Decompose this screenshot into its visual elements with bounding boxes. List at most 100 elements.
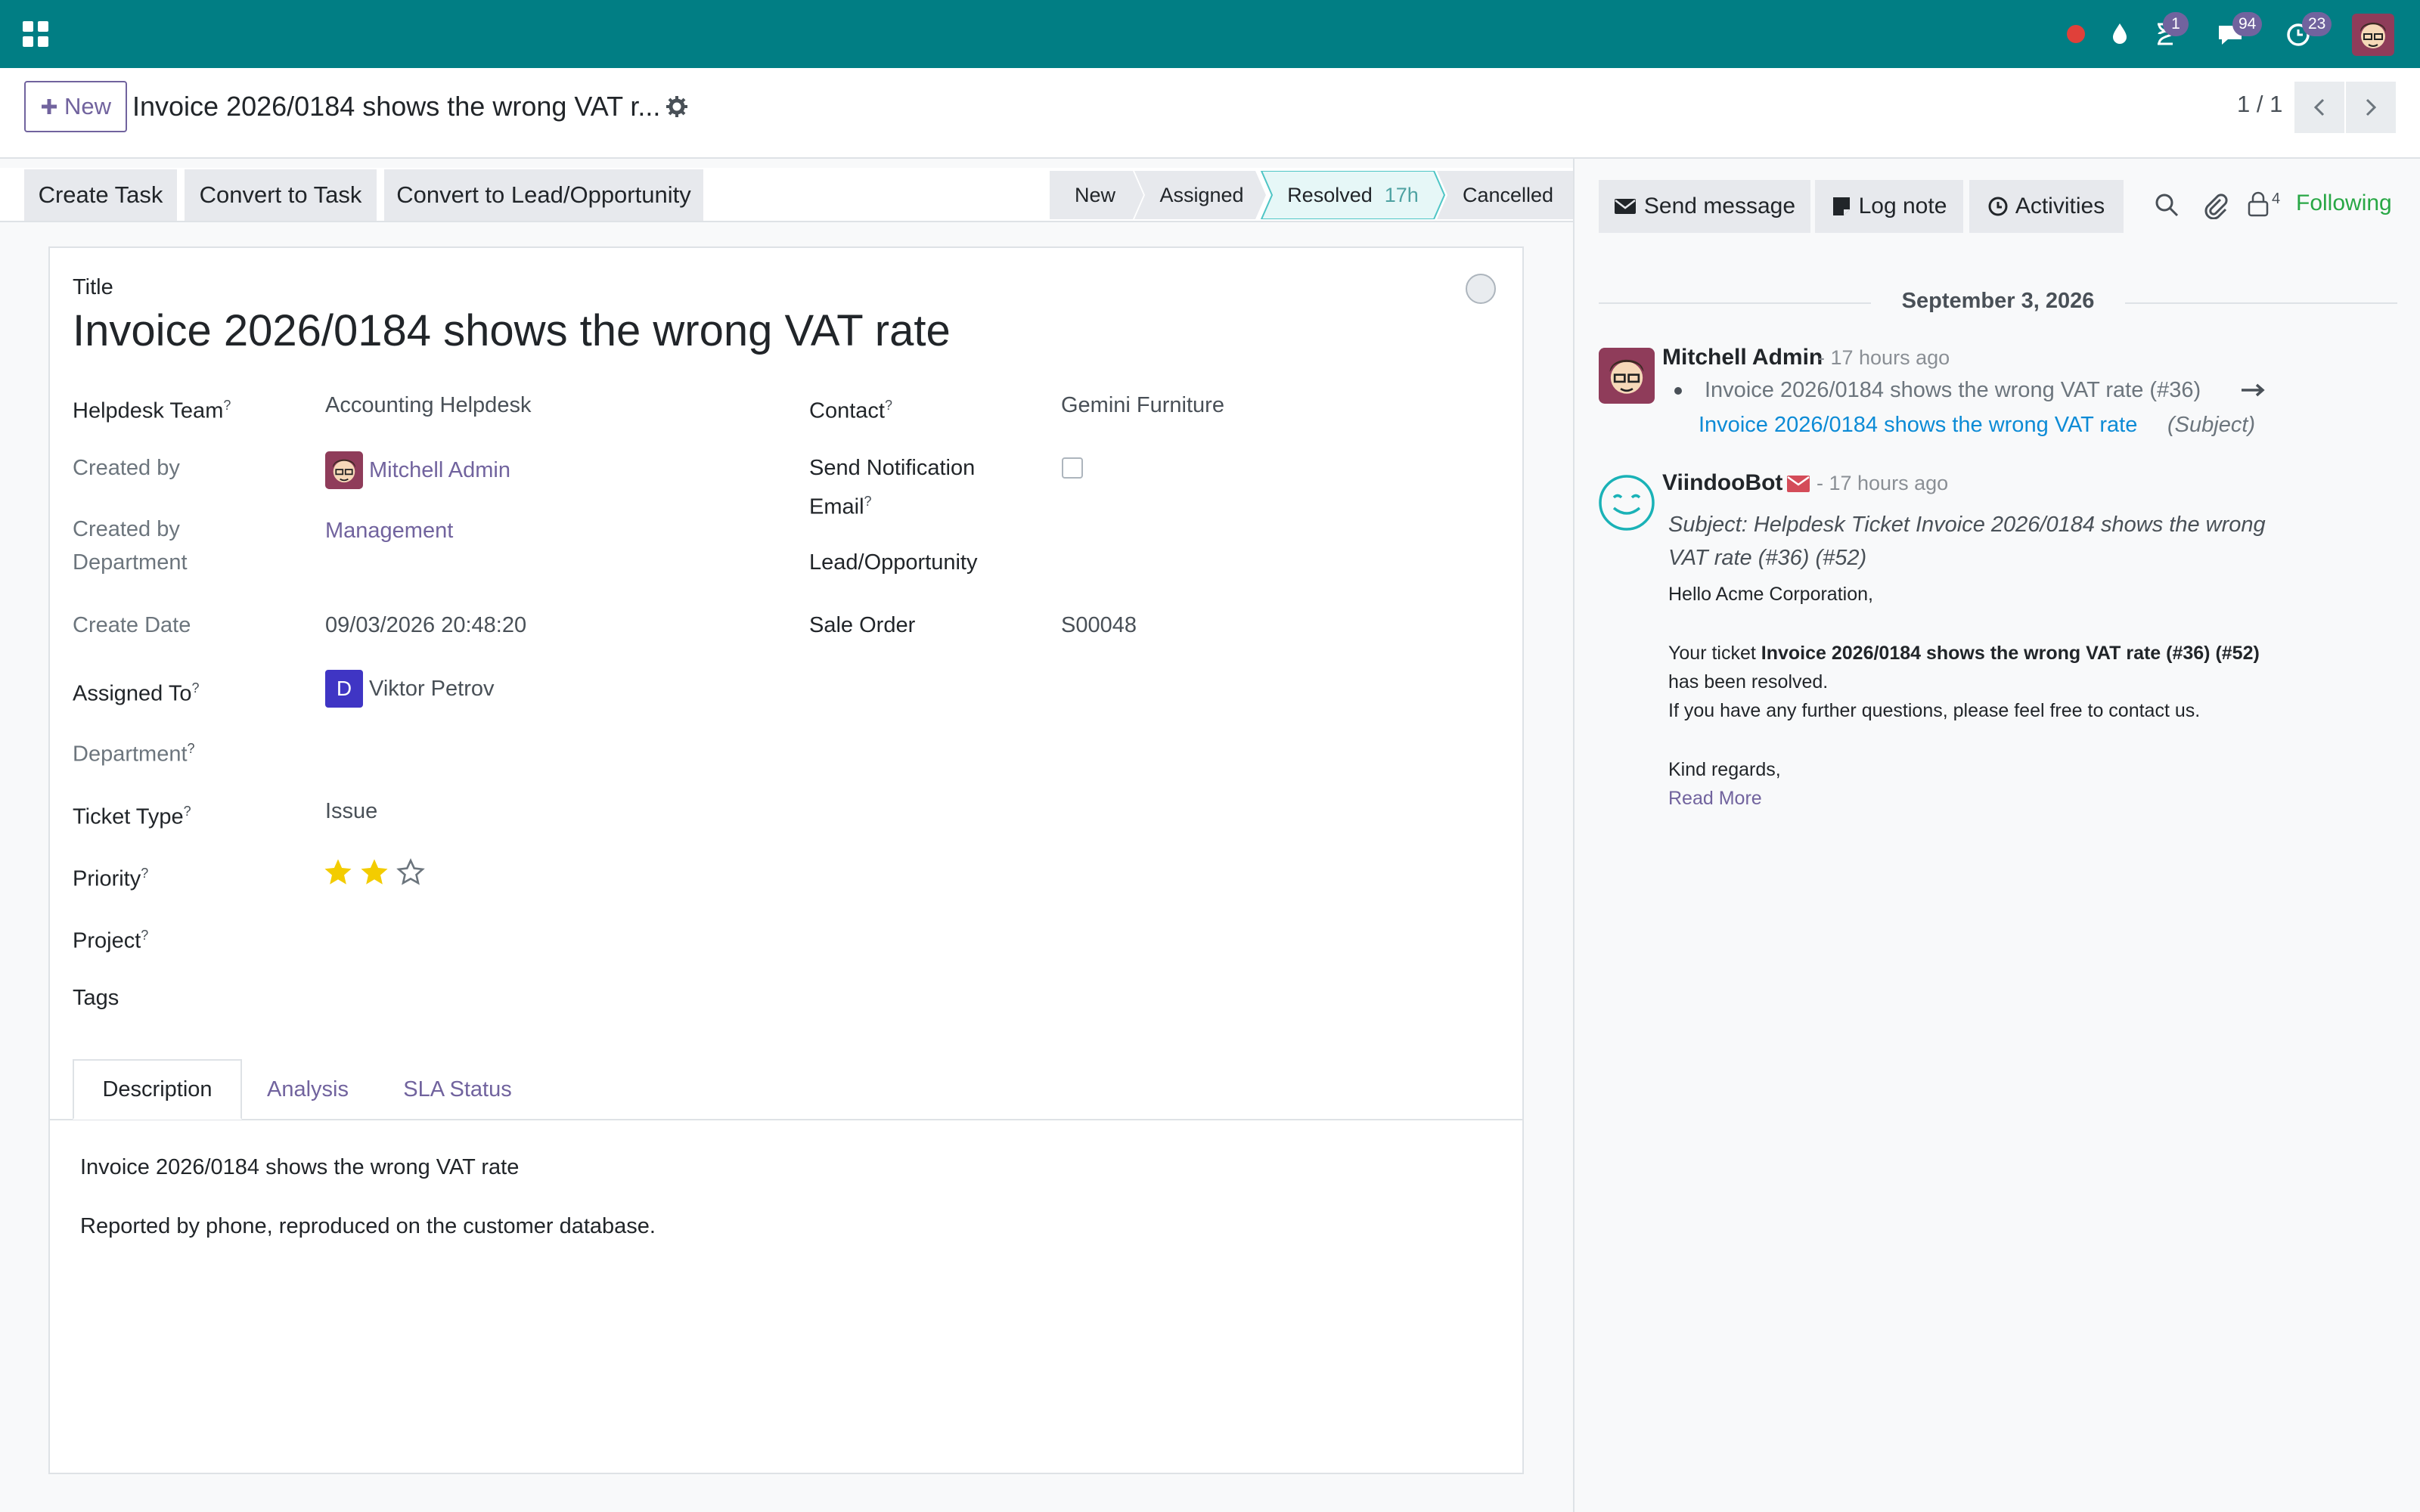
created-by-department-label: Created by Department: [73, 517, 188, 575]
record-dot-icon[interactable]: [2059, 17, 2093, 51]
clock-icon: [1988, 197, 2008, 216]
breadcrumb-current-record: Invoice 2026/0184 shows the wrong VAT r.…: [132, 91, 661, 122]
assigned-to-field[interactable]: D Viktor Petrov: [325, 670, 494, 708]
created-by-value[interactable]: Mitchell Admin: [369, 454, 510, 487]
control-panel: New Invoice 2026/0184 shows the wrong VA…: [0, 68, 2420, 159]
log-note-button[interactable]: Log note: [1815, 180, 1963, 233]
followers-button[interactable]: 4: [2246, 191, 2280, 218]
stage-resolved-label: Resolved: [1287, 183, 1373, 206]
tracking-old-value: Invoice 2026/0184 shows the wrong VAT ra…: [1705, 378, 2201, 402]
paperclip-icon[interactable]: [2202, 191, 2228, 219]
ticket-type-value[interactable]: Issue: [325, 795, 377, 828]
sale-order-label: Sale Order: [809, 613, 916, 637]
stage-resolved[interactable]: Resolved 17h: [1274, 171, 1432, 219]
title-label: Title: [73, 275, 113, 299]
tracking-new-value: Invoice 2026/0184 shows the wrong VAT ra…: [1699, 413, 2138, 437]
message-author[interactable]: Mitchell Admin: [1662, 345, 1823, 370]
date-separator-line-right: [2125, 302, 2397, 304]
tab-description[interactable]: Description: [73, 1059, 242, 1120]
contact-label: Contact?: [809, 398, 892, 423]
drop-icon[interactable]: [2102, 17, 2137, 51]
chevron-left-icon: [2313, 98, 2325, 116]
tab-analysis[interactable]: Analysis: [254, 1059, 361, 1120]
assigned-to-value[interactable]: Viktor Petrov: [369, 672, 494, 705]
send-message-button[interactable]: Send message: [1599, 180, 1810, 233]
message-author[interactable]: ViindooBot: [1662, 470, 1782, 496]
message-time: - 17 hours ago: [1817, 472, 1949, 494]
note-icon: [1832, 197, 1850, 215]
tab-sla-status[interactable]: SLA Status: [386, 1059, 529, 1120]
description-line-2[interactable]: Reported by phone, reproduced on the cus…: [80, 1210, 656, 1243]
star-empty-icon[interactable]: [395, 857, 427, 888]
convert-to-task-button[interactable]: Convert to Task: [185, 169, 377, 221]
activities-button[interactable]: Activities: [1969, 180, 2124, 233]
lead-opportunity-label: Lead/Opportunity: [809, 550, 978, 575]
description-line-1[interactable]: Invoice 2026/0184 shows the wrong VAT ra…: [80, 1151, 519, 1184]
following-button[interactable]: Following: [2296, 191, 2392, 216]
mitchell-avatar: [325, 451, 363, 489]
priority-stars[interactable]: [322, 857, 427, 888]
gear-icon[interactable]: [666, 95, 688, 118]
pager-next-button[interactable]: [2346, 82, 2396, 133]
department-input[interactable]: [325, 735, 718, 765]
project-label: Project?: [73, 928, 149, 953]
send-notification-label: Send Notification Email?: [809, 456, 976, 519]
stage-new[interactable]: New: [1059, 171, 1131, 219]
new-record-button[interactable]: New: [24, 81, 127, 132]
contact-value[interactable]: Gemini Furniture: [1061, 389, 1224, 422]
email-body-line-3: If you have any further questions, pleas…: [1668, 700, 2201, 721]
email-body-line-1: Your ticket Invoice 2026/0184 shows the …: [1668, 643, 2260, 664]
email-subject-line-1: Subject: Helpdesk Ticket Invoice 2026/01…: [1668, 513, 2266, 537]
lock-icon: [2248, 191, 2269, 217]
top-navbar: 1 94 23: [0, 0, 2420, 68]
form-sheet: [48, 246, 1524, 1474]
convert-to-lead-button[interactable]: Convert to Lead/Opportunity: [384, 169, 703, 221]
message-author-avatar[interactable]: [1599, 348, 1655, 404]
message-time: - 17 hours ago: [1818, 346, 1950, 369]
created-by-department-value[interactable]: Management: [325, 514, 453, 547]
date-separator-line-left: [1599, 302, 1871, 304]
sale-order-value[interactable]: S00048: [1061, 609, 1137, 642]
pager-previous-button[interactable]: [2294, 82, 2344, 133]
helpdesk-team-label: Helpdesk Team?: [73, 398, 231, 423]
viindoobot-avatar[interactable]: [1597, 473, 1656, 532]
ticket-type-label: Ticket Type?: [73, 804, 191, 829]
timesheet-count-badge: 23: [2302, 12, 2332, 36]
chevron-right-icon: [2366, 98, 2377, 116]
messages-count-badge: 94: [2232, 12, 2263, 36]
project-input[interactable]: [325, 922, 718, 952]
assignee-avatar: D: [325, 670, 363, 708]
date-separator: September 3, 2026: [1901, 289, 2095, 313]
priority-label: Priority?: [73, 866, 149, 891]
form-statusbar: Create Task Convert to Task Convert to L…: [0, 168, 1573, 222]
app-grid-icon[interactable]: [18, 17, 53, 51]
created-by-field[interactable]: Mitchell Admin: [325, 451, 510, 489]
plus-icon: [41, 99, 57, 114]
chatter-panel: Send message Log note Activities 4 Follo…: [1573, 159, 2420, 1512]
lead-opportunity-input[interactable]: [1061, 549, 1469, 579]
send-notification-checkbox[interactable]: [1062, 457, 1083, 479]
tags-input[interactable]: [325, 984, 718, 1015]
email-greeting: Hello Acme Corporation,: [1668, 584, 1873, 605]
helpdesk-team-value[interactable]: Accounting Helpdesk: [325, 389, 531, 422]
star-filled-icon[interactable]: [358, 857, 390, 888]
activities-label: Activities: [2015, 194, 2105, 218]
created-by-label: Created by: [73, 456, 180, 480]
search-icon[interactable]: [2154, 192, 2180, 218]
kanban-state-indicator[interactable]: [1466, 274, 1496, 304]
create-date-value: 09/03/2026 20:48:20: [325, 613, 527, 637]
log-note-label: Log note: [1858, 194, 1947, 218]
create-task-button[interactable]: Create Task: [24, 169, 177, 221]
followers-count: 4: [2272, 191, 2281, 207]
read-more-link[interactable]: Read More: [1668, 788, 1762, 810]
email-closing: Kind regards,: [1668, 759, 1781, 780]
send-message-label: Send message: [1643, 194, 1796, 218]
ticket-title[interactable]: Invoice 2026/0184 shows the wrong VAT ra…: [73, 305, 951, 356]
pager-value[interactable]: 1 / 1: [2237, 91, 2282, 118]
star-filled-icon[interactable]: [322, 857, 354, 888]
email-body-line-2: has been resolved.: [1668, 671, 1829, 692]
stage-assigned[interactable]: Assigned: [1145, 171, 1258, 219]
user-avatar[interactable]: [2352, 14, 2394, 56]
stage-cancelled[interactable]: Cancelled: [1447, 171, 1568, 219]
arrow-right-icon: [2240, 381, 2267, 399]
